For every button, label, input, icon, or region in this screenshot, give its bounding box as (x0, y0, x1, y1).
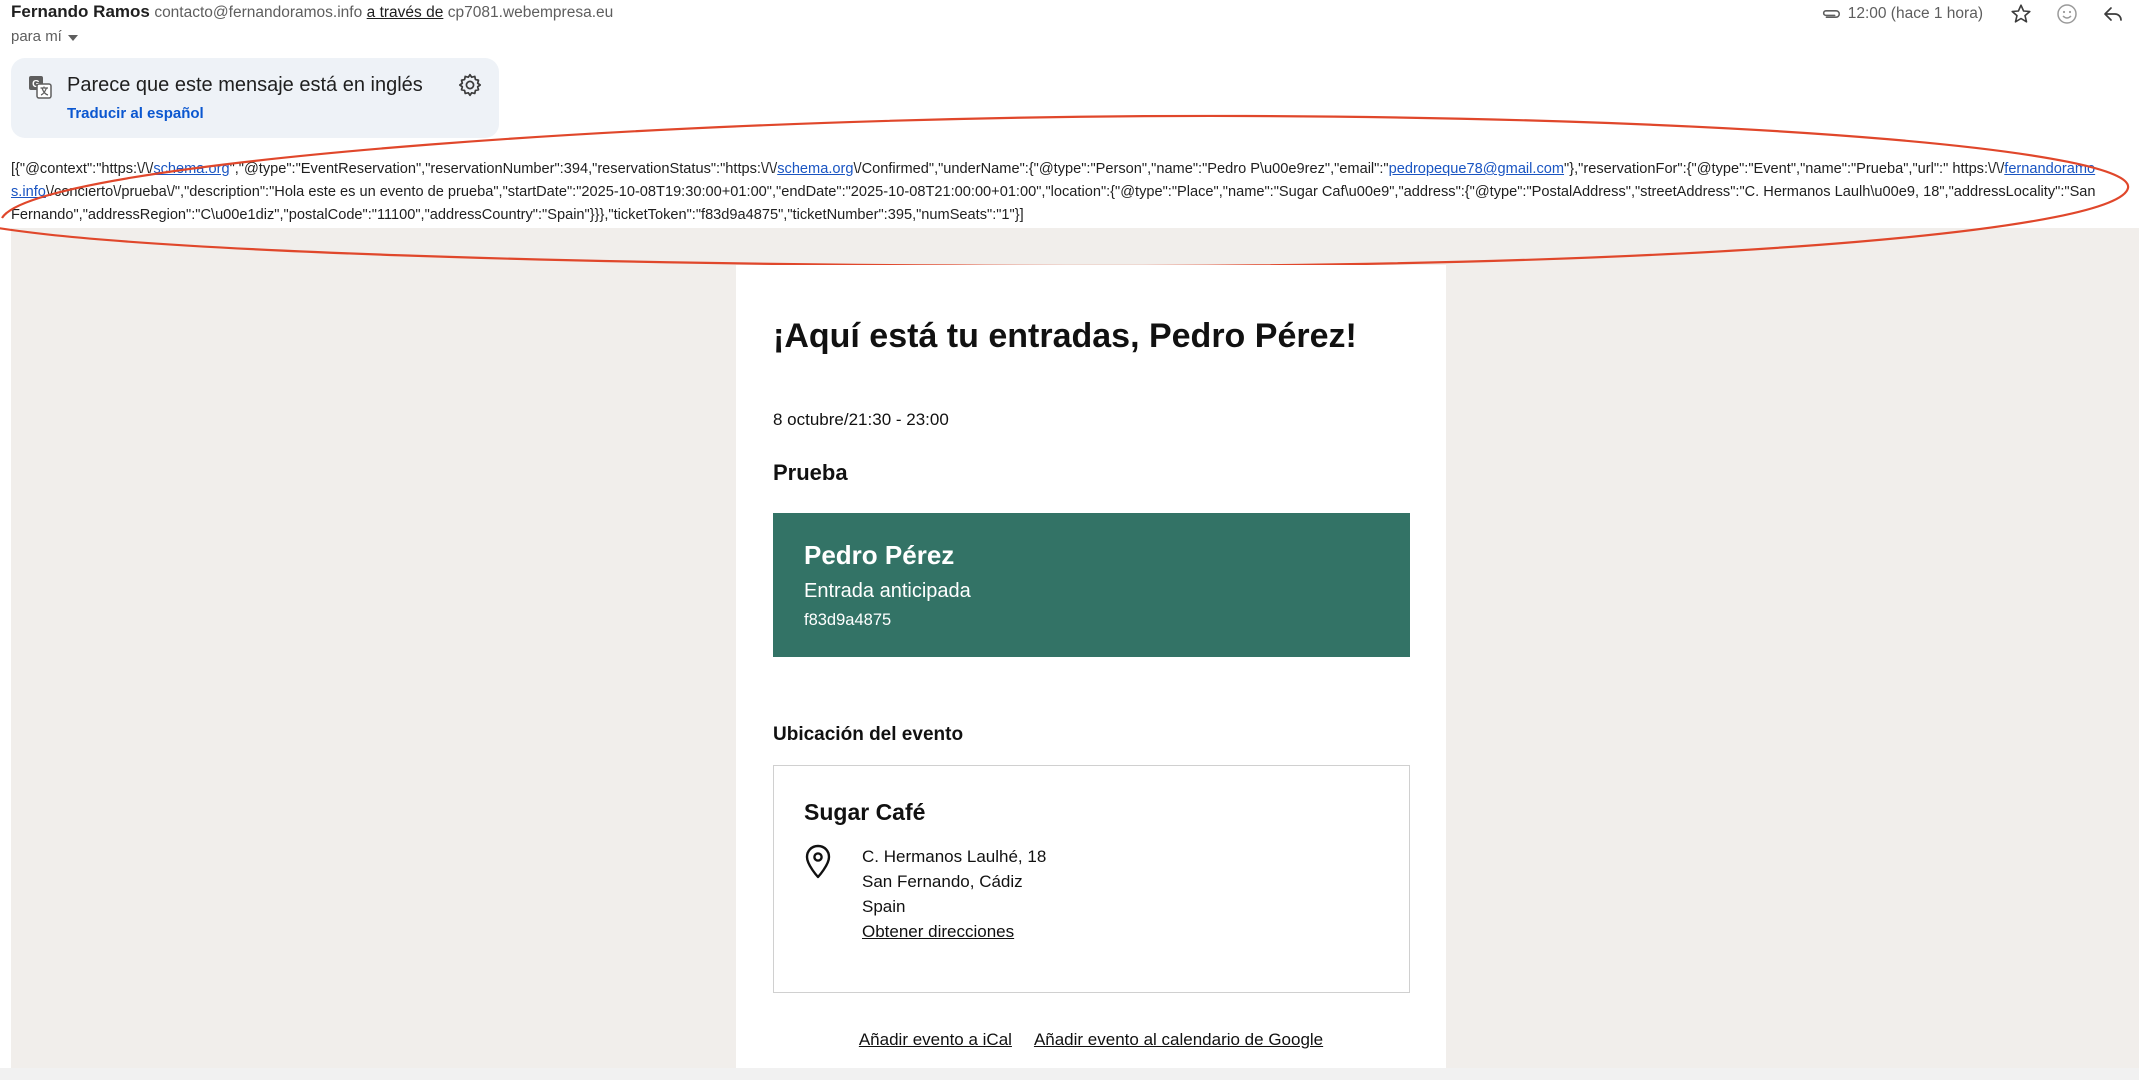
star-icon[interactable] (2009, 2, 2033, 26)
sender-line: Fernando Ramos contacto@fernandoramos.in… (11, 2, 613, 22)
schema-org-link[interactable]: schema.org (153, 161, 229, 177)
json-text-segment: ","@type":"EventReservation","reservatio… (229, 161, 778, 177)
via-domain: cp7081.webempresa.eu (447, 4, 614, 21)
header-actions: 12:00 (hace 1 hora) (1820, 0, 2139, 28)
greeting-heading: ¡Aquí está tu entradas, Pedro Pérez! (773, 317, 1357, 355)
json-text-segment: "},"reservationFor":{"@type":"Event","na… (1564, 161, 2005, 177)
ticket-type: Entrada anticipada (804, 580, 971, 602)
reply-icon[interactable] (2101, 2, 2125, 26)
calendar-links: Añadir evento a iCal Añadir evento al cal… (736, 1030, 1446, 1050)
email-link[interactable]: pedropeque78@gmail.com (1389, 161, 1564, 177)
via-link[interactable]: a través de (367, 4, 444, 21)
event-name: Prueba (773, 460, 848, 485)
recipient-toggle[interactable]: para mí (11, 28, 78, 45)
event-date: 8 octubre/21:30 - 23:00 (773, 410, 949, 429)
address-country: Spain (862, 897, 906, 916)
venue-name: Sugar Café (804, 799, 926, 825)
gear-icon[interactable] (457, 72, 483, 98)
sender-email: contacto@fernandoramos.info (154, 4, 363, 21)
translate-link[interactable]: Traducir al español (67, 105, 204, 122)
recipient-label: para mí (11, 28, 62, 45)
sender-name[interactable]: Fernando Ramos (11, 2, 150, 21)
schema-org-link[interactable]: schema.org (777, 161, 853, 177)
add-google-calendar-link[interactable]: Añadir evento al calendario de Google (1034, 1030, 1323, 1049)
bottom-strip (0, 1068, 2139, 1080)
translate-banner: G Parece que este mensaje está en inglés… (11, 58, 499, 138)
email-card: ¡Aquí está tu entradas, Pedro Pérez! 8 o… (736, 265, 1446, 1068)
location-heading: Ubicación del evento (773, 724, 964, 745)
directions-link[interactable]: Obtener direcciones (862, 919, 1046, 944)
chevron-down-icon (67, 34, 78, 41)
attachment-icon (1822, 10, 1840, 18)
add-ical-link[interactable]: Añadir evento a iCal (859, 1030, 1012, 1049)
translate-message: Parece que este mensaje está en inglés (67, 74, 423, 96)
message-time: 12:00 (hace 1 hora) (1847, 5, 1983, 22)
ticket-holder: Pedro Pérez (804, 540, 955, 570)
translate-icon: G (29, 76, 52, 99)
json-text-segment: [{"@context":"https:\/\/ (11, 161, 154, 177)
ticket-card: Pedro Pérez Entrada anticipada f83d9a487… (773, 513, 1410, 657)
location-pin-icon (805, 844, 831, 879)
emoji-icon[interactable] (2055, 2, 2079, 26)
address-street: C. Hermanos Laulhé, 18 (862, 847, 1047, 866)
location-box: Sugar Café C. Hermanos Laulhé, 18 San Fe… (773, 765, 1410, 993)
venue-address: C. Hermanos Laulhé, 18 San Fernando, Cád… (862, 844, 1046, 944)
json-text-segment: \/concierto\/prueba\/","description":"Ho… (11, 184, 2096, 223)
json-ld-text: [{"@context":"https:\/\/schema.org","@ty… (11, 158, 2096, 227)
ticket-code: f83d9a4875 (804, 611, 892, 629)
json-text-segment: \/Confirmed","underName":{"@type":"Perso… (853, 161, 1389, 177)
address-city: San Fernando, Cádiz (862, 872, 1023, 891)
